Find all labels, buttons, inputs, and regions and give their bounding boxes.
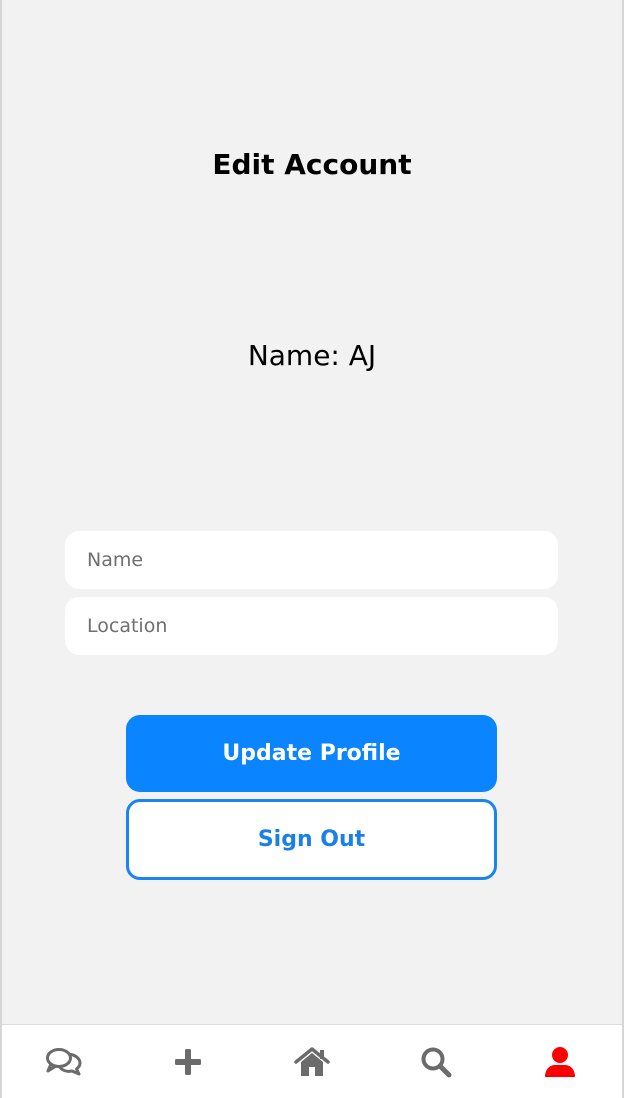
page-title: Edit Account [212, 148, 412, 181]
tab-profile[interactable] [530, 1032, 590, 1092]
plus-icon [175, 1048, 201, 1075]
home-icon [294, 1046, 330, 1076]
bottom-tab-bar [2, 1024, 622, 1098]
tab-add[interactable] [158, 1032, 218, 1092]
user-icon [545, 1046, 575, 1077]
chat-bubbles-icon [46, 1047, 82, 1075]
update-profile-button[interactable]: Update Profile [126, 715, 497, 792]
name-input[interactable] [65, 531, 558, 589]
tab-search[interactable] [406, 1032, 466, 1092]
sign-out-button[interactable]: Sign Out [126, 799, 497, 880]
tab-chats[interactable] [34, 1032, 94, 1092]
search-icon [421, 1047, 452, 1077]
account-name: Name: AJ [247, 339, 377, 372]
location-input[interactable] [65, 597, 558, 655]
tab-home[interactable] [282, 1032, 342, 1092]
